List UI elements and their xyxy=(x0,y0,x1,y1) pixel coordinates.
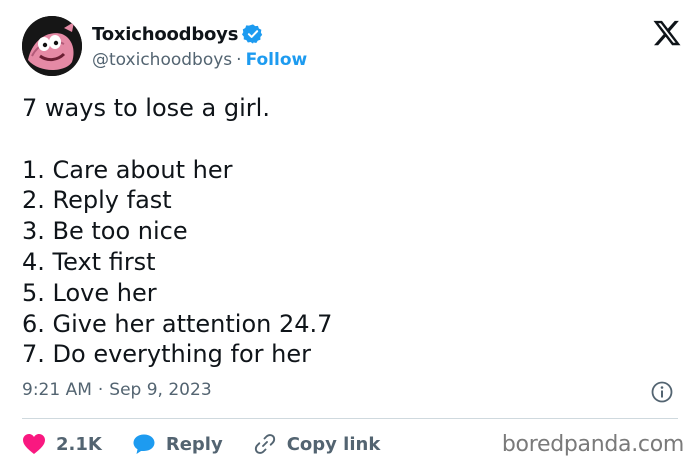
action-bar: 2.1K Reply Copy link xyxy=(22,430,410,458)
separator-dot: · xyxy=(97,380,104,400)
tweet-line: 7. Do everything for her xyxy=(22,340,311,369)
x-logo-icon[interactable] xyxy=(652,18,682,48)
tweet-header: Toxichoodboys @toxichoodboys · Follow xyxy=(22,16,682,78)
like-count: 2.1K xyxy=(56,433,102,455)
divider xyxy=(22,418,678,419)
display-name[interactable]: Toxichoodboys xyxy=(92,24,238,45)
tweet-text: 7 ways to lose a girl. 1. Care about her… xyxy=(22,93,682,370)
tweet-line: 3. Be too nice xyxy=(22,217,188,246)
tweet-line: 5. Love her xyxy=(22,278,157,307)
tweet-line: 6. Give her attention 24.7 xyxy=(22,309,333,338)
copy-link-button[interactable]: Copy link xyxy=(253,432,381,456)
tweet-line xyxy=(22,124,682,155)
heart-icon xyxy=(22,433,46,455)
follow-button[interactable]: Follow xyxy=(246,50,308,70)
tweet-line: 7 ways to lose a girl. xyxy=(22,94,270,122)
tweet-time[interactable]: 9:21 AM xyxy=(22,380,92,400)
tweet-line: 1. Care about her xyxy=(22,155,233,184)
handle[interactable]: @toxichoodboys xyxy=(92,50,232,70)
separator-dot: · xyxy=(236,50,242,70)
tweet-date[interactable]: Sep 9, 2023 xyxy=(109,380,211,400)
avatar[interactable] xyxy=(22,16,82,76)
info-icon[interactable] xyxy=(650,380,674,404)
speech-bubble-icon xyxy=(132,433,156,455)
tweet-timestamp[interactable]: 9:21 AM · Sep 9, 2023 xyxy=(22,380,212,400)
like-button[interactable]: 2.1K xyxy=(22,433,102,455)
link-icon xyxy=(253,432,277,456)
reply-label: Reply xyxy=(165,433,223,455)
reply-button[interactable]: Reply xyxy=(132,433,223,455)
watermark: boredpanda.com xyxy=(501,432,684,457)
verified-badge-icon xyxy=(242,23,264,45)
tweet-line: 2. Reply fast xyxy=(22,186,172,215)
tweet-line: 4. Text first xyxy=(22,247,156,276)
copy-link-label: Copy link xyxy=(286,433,381,455)
